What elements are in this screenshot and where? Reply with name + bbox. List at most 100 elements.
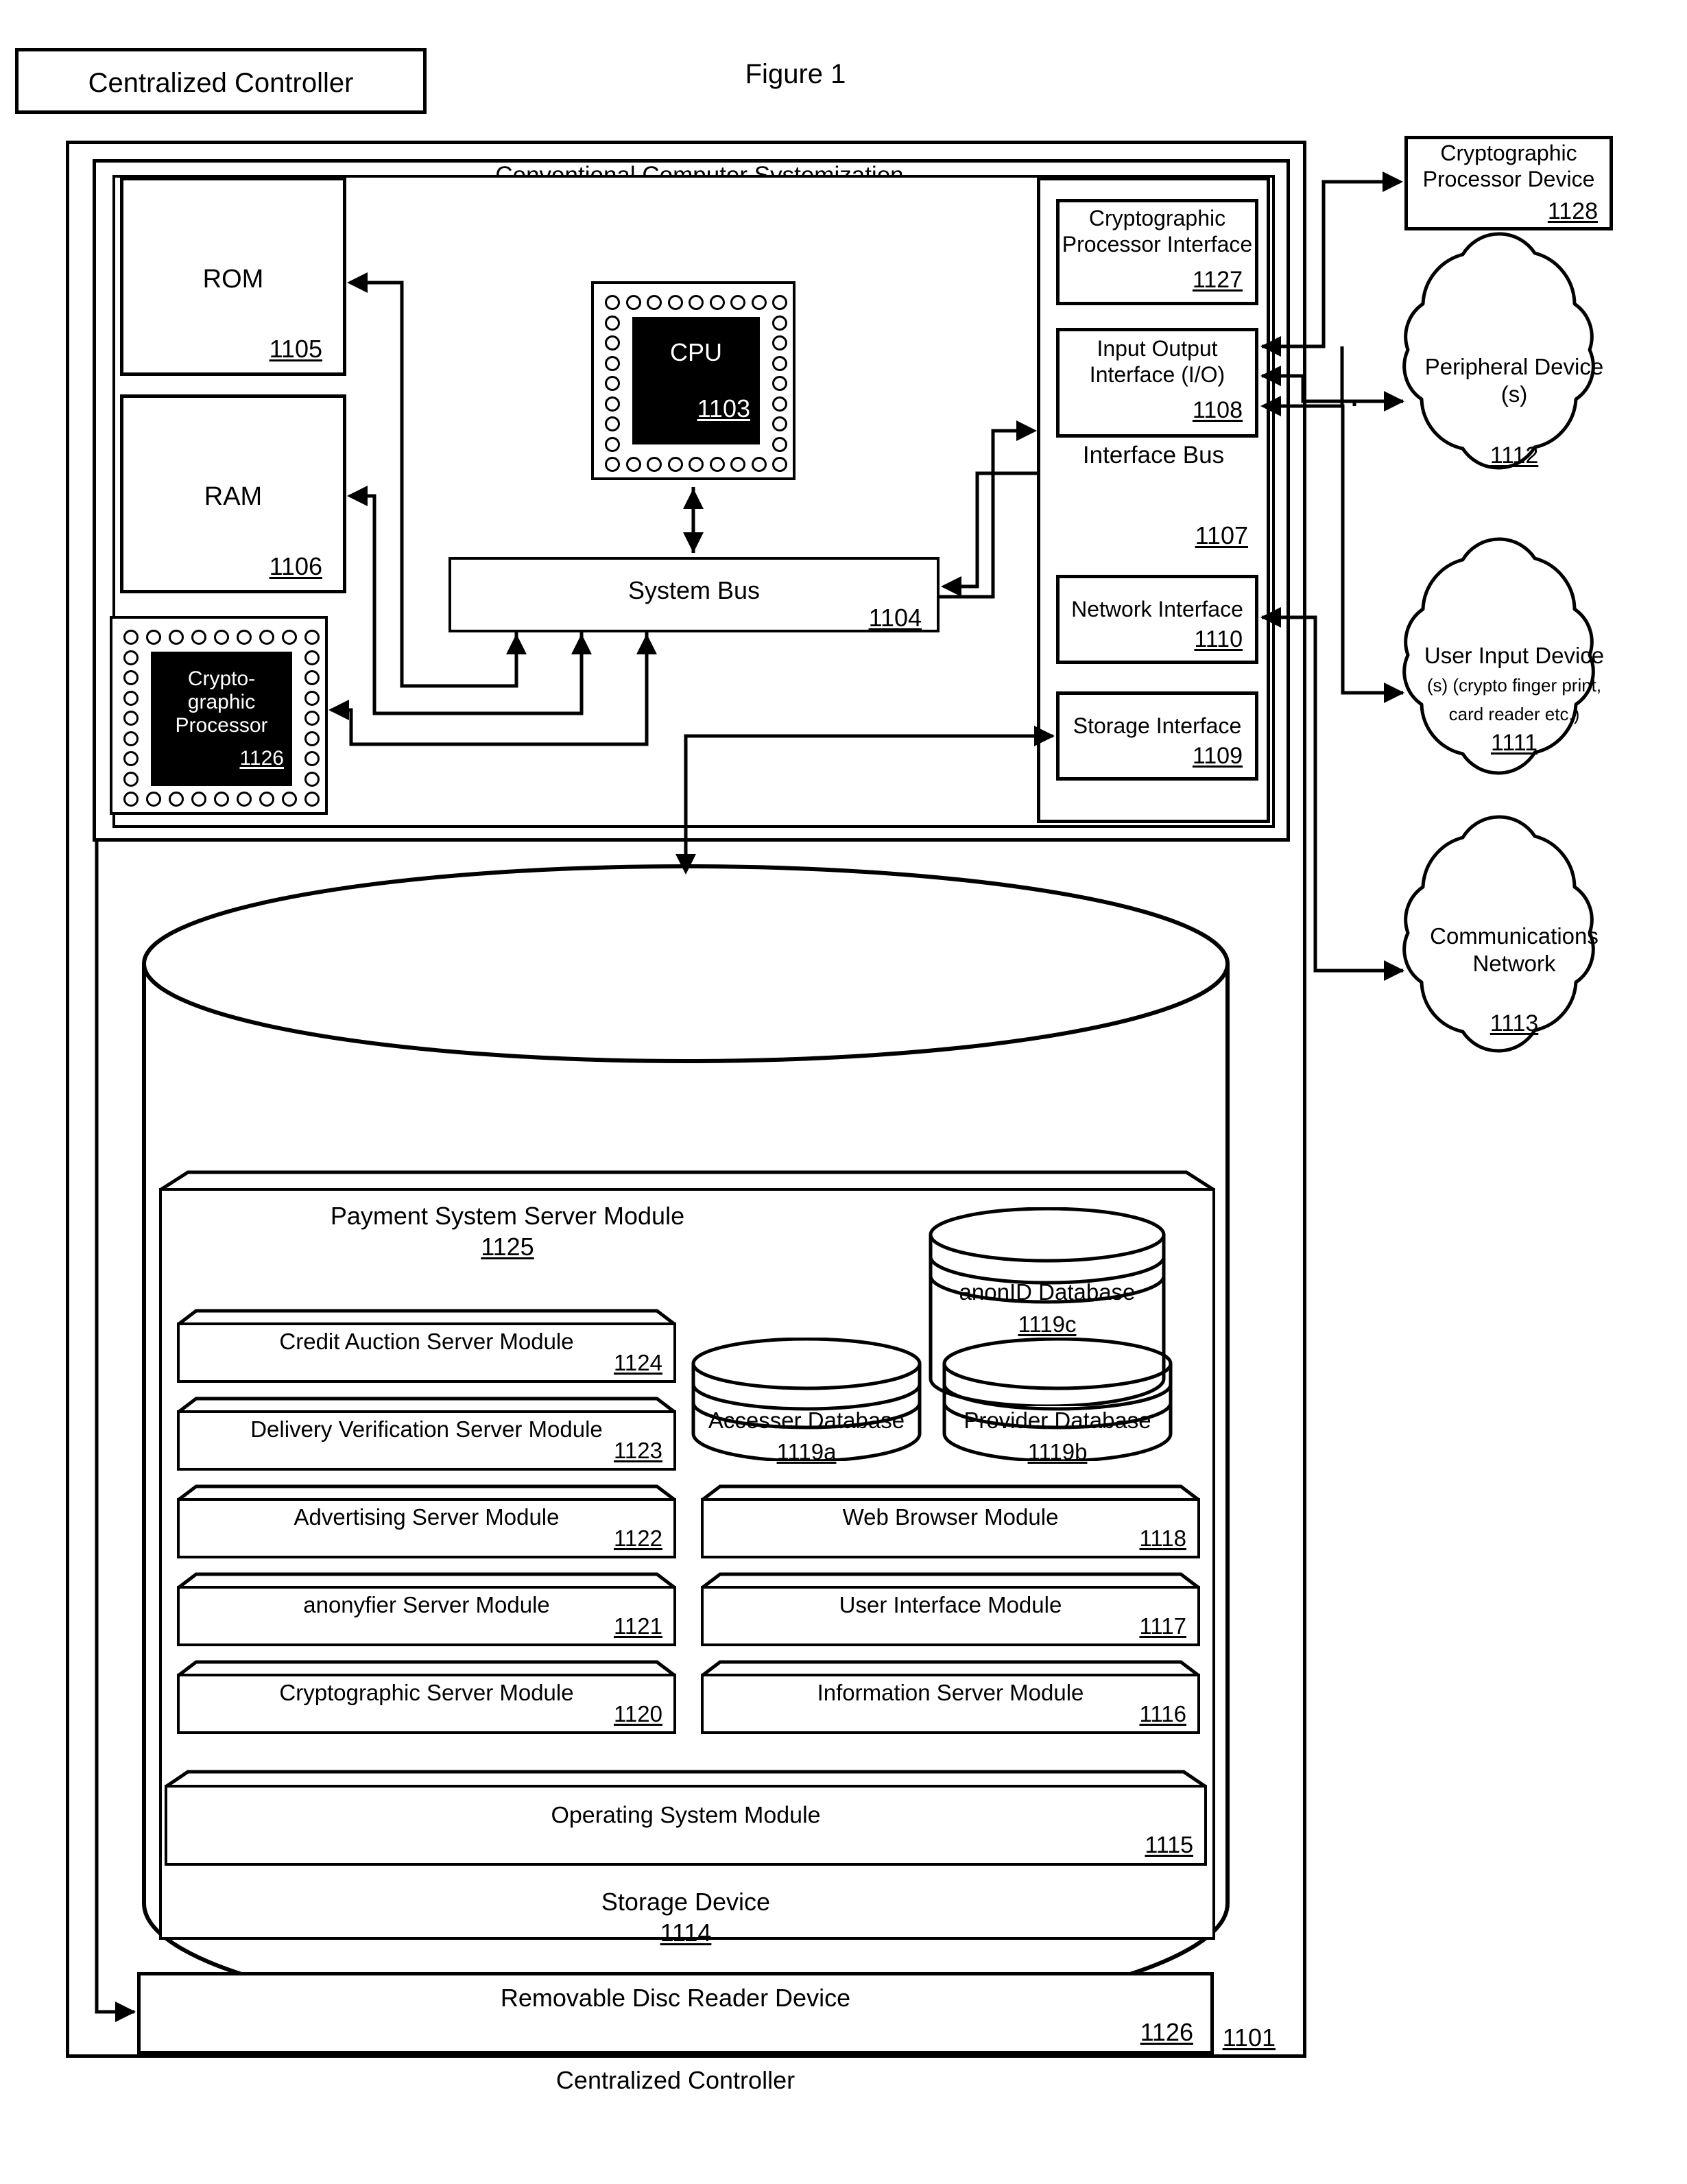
chip-pin [772,355,787,371]
chip-pin [282,792,297,807]
server-module-right-2[interactable]: Information Server Module 1116 [701,1660,1200,1734]
chip-pin [605,416,620,431]
storage-device-label: Storage Device [601,1888,771,1916]
title-box-label: Centralized Controller [88,68,354,98]
chip-pin [304,711,320,726]
module-label: anonyfier Server Module [303,1591,550,1617]
chip-pin [123,670,139,685]
chip-pin [605,396,620,412]
crypto-processor-line1: Crypto- [187,667,256,690]
chip-pin [304,771,320,787]
rom-label: ROM [202,265,264,294]
controller-footer-label: Centralized Controller [555,2066,795,2094]
chip-pin [709,295,725,310]
cpu-die: CPU 1103 [632,317,760,444]
chip-pin [667,295,683,310]
arrow-peripheral [1384,391,1404,412]
user-input-device-ref: 1111 [1490,730,1538,756]
module-ref: 1120 [614,1701,662,1726]
chip-pin [123,792,139,807]
chip-pin [772,457,787,472]
anonid-database-label: anonID Database [959,1279,1136,1305]
chip-pin [751,295,767,310]
storage-interface-label: Storage Interface [1073,713,1242,738]
peripheral-device-label: Peripheral Device (s) [1404,353,1624,407]
server-module-left-4[interactable]: Cryptographic Server Module 1120 [177,1660,676,1734]
cpu-chip: CPU 1103 [591,281,795,480]
io-line2: Interface (I/O) [1089,361,1225,387]
cpi-line2: Processor Interface [1062,231,1253,257]
module-ref: 1117 [1139,1613,1186,1639]
chip-pin [730,457,745,472]
chip-pin [123,751,139,766]
server-module-right-1[interactable]: User Interface Module 1117 [701,1572,1200,1646]
provider-database-label: Provider Database [964,1408,1151,1433]
module-ref: 1124 [614,1350,662,1375]
comm-line2: Network [1472,950,1556,976]
chip-pin [123,731,139,746]
accesser-database-ref: 1119a [776,1439,837,1464]
chip-pin [709,457,725,472]
chip-pin [605,355,620,371]
module-label: Credit Auction Server Module [279,1328,574,1354]
chip-pin [304,751,320,766]
arrow-cryptodev [1383,171,1403,192]
cpd-line2: Processor Device [1422,166,1595,191]
peripheral-device-ref: 1112 [1489,442,1539,468]
io-interface-label: Input Output Interface (I/O) [1056,336,1258,388]
communications-network-ref: 1113 [1489,1010,1539,1036]
chip-pin [146,792,161,807]
chip-pin [123,690,139,706]
module-label: Web Browser Module [842,1504,1059,1530]
ram-label: RAM [204,482,263,511]
crypto-processor-ref: 1126 [239,747,284,770]
uid-line2: (s) (crypto finger print, [1426,675,1602,696]
crypto-processor-interface-label: Cryptographic Processor Interface [1056,206,1258,258]
interface-bus-label: Interface Bus [1082,442,1225,468]
server-module-left-2[interactable]: Advertising Server Module 1122 [177,1484,676,1558]
accesser-database-label: Accesser Database [708,1408,905,1433]
chip-pin [647,295,662,310]
module-label: Information Server Module [817,1679,1084,1705]
module-ref: 1122 [614,1526,662,1551]
cryptographic-processor-chip: Crypto- graphic Processor 1126 [110,616,328,815]
server-module-right-0[interactable]: Web Browser Module 1118 [701,1484,1200,1558]
server-module-left-3[interactable]: anonyfier Server Module 1121 [177,1572,676,1646]
chip-pin [751,457,767,472]
chip-pin [772,376,787,391]
chip-pin [282,630,297,645]
uid-line1: User Input Device [1424,643,1605,668]
io-line1: Input Output [1097,336,1218,361]
module-label: User Interface Module [839,1591,1062,1617]
cpu-label: CPU [669,338,722,366]
crypto-processor-device-ref: 1128 [1547,198,1598,224]
chip-pin [123,711,139,726]
chip-pin [647,457,662,472]
chip-pin [304,670,320,685]
system-bus-label: System Bus [627,576,761,604]
operating-system-module: Operating System Module 1115 [165,1770,1207,1866]
crypto-processor-line2: graphic [187,691,256,713]
controller-footer-ref: 1101 [1222,2023,1276,2052]
server-module-left-0[interactable]: Credit Auction Server Module 1124 [177,1309,676,1383]
server-module-left-1[interactable]: Delivery Verification Server Module 1123 [177,1397,676,1471]
disc-reader-label: Removable Disc Reader Device [500,1984,851,2012]
crypto-processor-interface-ref: 1127 [1192,267,1243,293]
cryptographic-processor-die: Crypto- graphic Processor 1126 [151,652,292,786]
io-interface-ref: 1108 [1192,397,1243,423]
module-ref: 1118 [1139,1526,1186,1551]
chip-pin [191,792,206,807]
uid-line3: card reader etc.) [1448,703,1580,724]
periph-line1: Peripheral Device [1424,354,1604,379]
payment-module-ref: 1125 [481,1233,534,1261]
anonid-database-ref: 1119c [1018,1311,1077,1337]
chip-pin [625,457,641,472]
chip-pin [772,396,787,412]
chip-pin [605,295,620,310]
chip-pin [772,315,787,331]
chip-pin [304,690,320,706]
interface-bus-ref: 1107 [1195,521,1248,549]
module-label: Cryptographic Server Module [279,1679,574,1705]
os-module-label: Operating System Module [551,1802,821,1829]
chip-pin [123,650,139,665]
